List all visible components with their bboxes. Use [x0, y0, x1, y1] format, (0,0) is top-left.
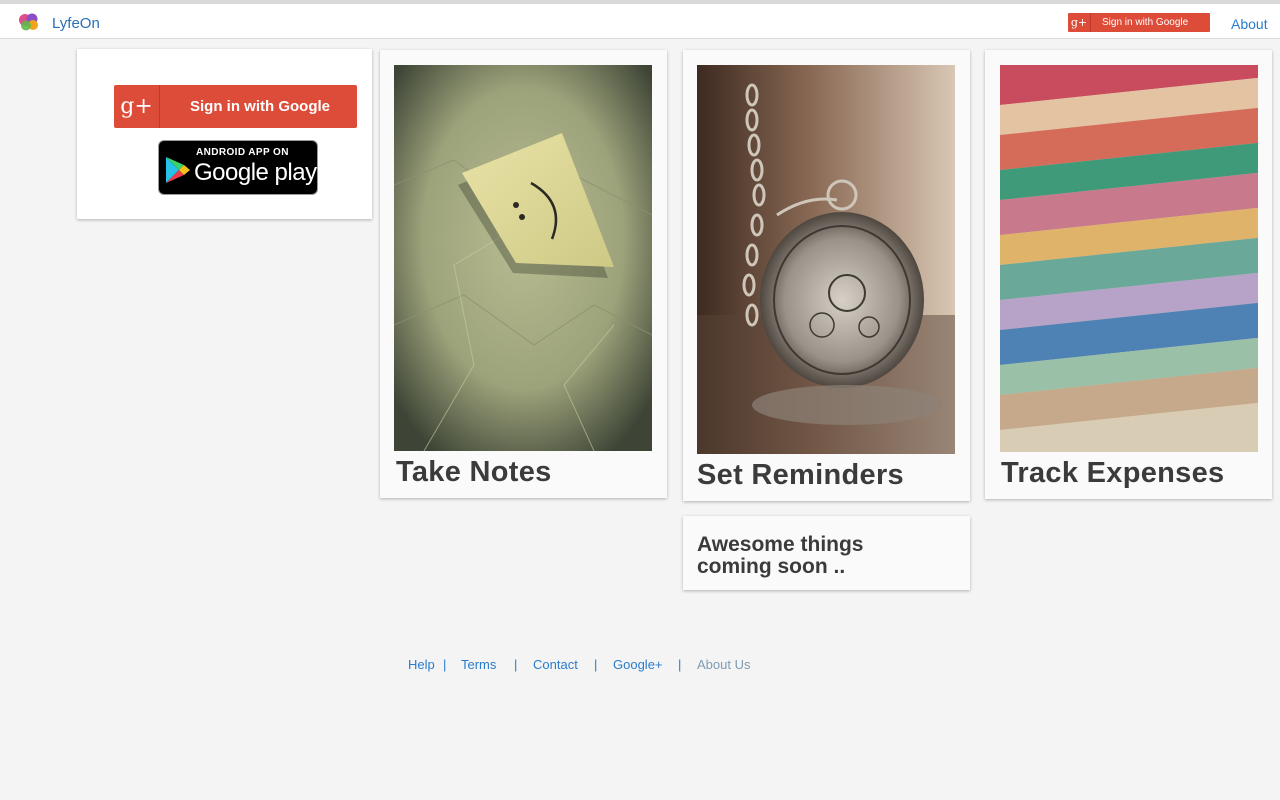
- coming-soon-card: Awesome things coming soon ..: [683, 516, 970, 590]
- google-signin-button[interactable]: g+ Sign in with Google: [114, 85, 357, 128]
- play-badge-top-text: ANDROID APP ON: [196, 147, 289, 158]
- signin-card: g+ Sign in with Google ANDROID APP ON Go…: [77, 49, 372, 219]
- expenses-photo: [1000, 65, 1258, 452]
- google-play-icon: [166, 157, 190, 183]
- footer-link-about-us[interactable]: About Us: [697, 657, 750, 672]
- notes-photo: [394, 65, 652, 451]
- feature-title: Take Notes: [396, 456, 552, 488]
- footer-link-contact[interactable]: Contact: [533, 657, 578, 672]
- footer-separator: |: [678, 657, 682, 672]
- smiley-note-image: [394, 65, 652, 451]
- feature-card-notes[interactable]: Take Notes: [380, 50, 667, 498]
- footer-separator: |: [443, 657, 447, 672]
- about-link[interactable]: About: [1231, 16, 1268, 32]
- footer-separator: |: [514, 657, 518, 672]
- google-signin-label: Sign in with Google: [190, 98, 330, 115]
- coming-soon-text: Awesome things coming soon ..: [697, 533, 864, 578]
- banknotes-image: [1000, 65, 1258, 452]
- google-play-badge[interactable]: ANDROID APP ON Google play: [158, 140, 318, 195]
- footer-link-googleplus[interactable]: Google+: [613, 657, 663, 672]
- footer-link-help[interactable]: Help: [408, 657, 435, 672]
- feature-card-reminders[interactable]: Set Reminders: [683, 50, 970, 501]
- feature-title: Set Reminders: [697, 459, 904, 491]
- top-header-bar: LyfeOn g+ Sign in with Google About: [0, 4, 1280, 39]
- lyfeon-logo-icon: [19, 13, 38, 31]
- header-google-signin-button[interactable]: g+ Sign in with Google: [1068, 13, 1210, 32]
- google-plus-icon: g+: [1068, 13, 1091, 32]
- reminders-photo: [697, 65, 955, 454]
- google-plus-icon: g+: [114, 85, 160, 128]
- footer-separator: |: [594, 657, 598, 672]
- pocket-watch-image: [697, 65, 955, 454]
- brand-link[interactable]: LyfeOn: [52, 15, 100, 32]
- header-signin-label: Sign in with Google: [1102, 17, 1189, 28]
- footer-link-terms[interactable]: Terms: [461, 657, 496, 672]
- play-badge-main-text: Google play: [194, 159, 317, 186]
- feature-title: Track Expenses: [1001, 457, 1225, 489]
- feature-card-expenses[interactable]: Track Expenses: [985, 50, 1272, 499]
